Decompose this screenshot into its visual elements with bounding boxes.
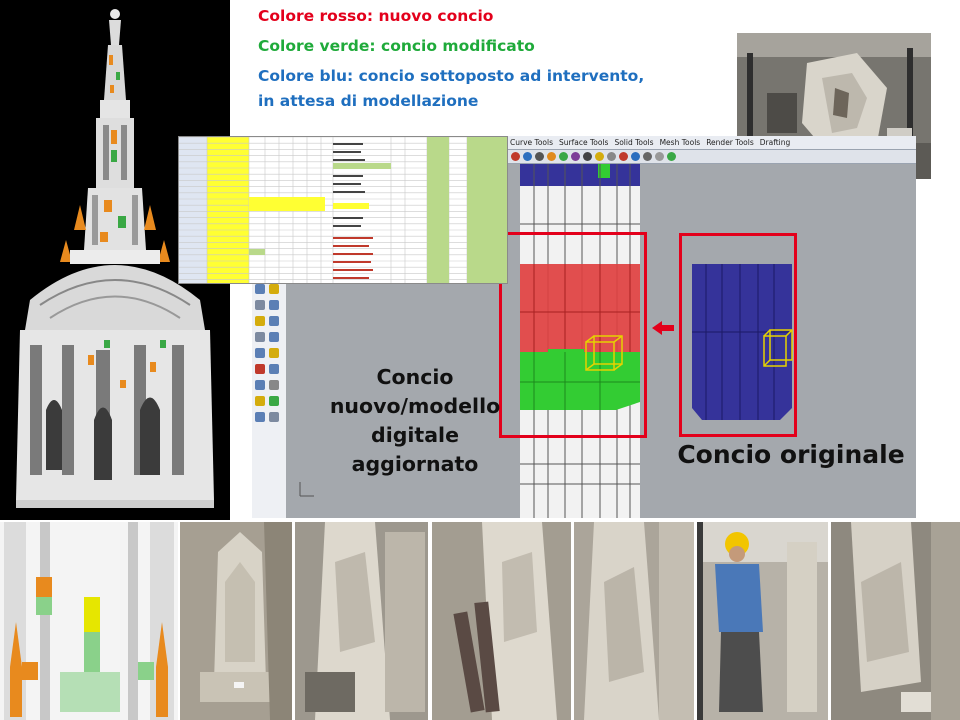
mirror-icon[interactable] xyxy=(269,300,279,310)
grid-tool-icon[interactable] xyxy=(255,380,265,390)
stonework-photo-4 xyxy=(574,522,694,720)
stop-icon[interactable] xyxy=(619,152,628,161)
layer-icon[interactable] xyxy=(269,380,279,390)
cad-tab-bar: Curve Tools Surface Tools Solid Tools Me… xyxy=(507,136,916,150)
spire-pinnacle-photo-1 xyxy=(180,522,292,720)
block-inventory-spreadsheet[interactable] xyxy=(178,136,508,284)
explode-icon[interactable] xyxy=(255,348,265,358)
legend-blue-text-line2: in attesa di modellazione xyxy=(258,92,479,110)
group-icon[interactable] xyxy=(269,348,279,358)
camera-icon[interactable] xyxy=(583,152,592,161)
array-icon[interactable] xyxy=(255,316,265,326)
text-tool-icon[interactable] xyxy=(269,412,279,422)
environment-icon[interactable] xyxy=(559,152,568,161)
join-icon[interactable] xyxy=(269,332,279,342)
tools-icon[interactable] xyxy=(655,152,664,161)
grid-icon[interactable] xyxy=(643,152,652,161)
stonework-photo-3 xyxy=(432,522,571,720)
trim-icon[interactable] xyxy=(269,316,279,326)
new-block-label-line3: digitale xyxy=(371,423,459,447)
rotate-icon[interactable] xyxy=(269,284,279,294)
stonework-photo-5 xyxy=(831,522,960,720)
texture-icon[interactable] xyxy=(571,152,580,161)
material-icon[interactable] xyxy=(547,152,556,161)
tab-render-tools[interactable]: Render Tools xyxy=(706,138,754,147)
stonework-photo-2 xyxy=(295,522,428,720)
original-block-highlight-box xyxy=(679,233,797,437)
new-block-label-line1: Concio xyxy=(376,365,454,389)
render-icon[interactable] xyxy=(511,152,520,161)
new-block-label-line2: nuovo/modello xyxy=(329,394,501,418)
arrow-left-icon xyxy=(652,321,674,335)
new-block-highlight-box xyxy=(499,232,647,438)
dark-sphere-icon[interactable] xyxy=(535,152,544,161)
light-icon[interactable] xyxy=(595,152,604,161)
original-block-label: Concio originale xyxy=(677,440,905,469)
save-icon[interactable] xyxy=(631,152,640,161)
cad-icon-toolbar xyxy=(507,150,916,164)
axis-indicator-icon xyxy=(299,482,314,497)
tab-surface-tools[interactable]: Surface Tools xyxy=(559,138,608,147)
worker-photo xyxy=(697,522,828,720)
tab-drafting[interactable]: Drafting xyxy=(760,138,791,147)
check-icon[interactable] xyxy=(667,152,676,161)
cad-command-sidebar xyxy=(252,284,286,518)
settings-icon[interactable] xyxy=(607,152,616,161)
new-block-label-line4: aggiornato xyxy=(351,452,479,476)
tab-curve-tools[interactable]: Curve Tools xyxy=(510,138,553,147)
fillet-icon[interactable] xyxy=(269,364,279,374)
tab-solid-tools[interactable]: Solid Tools xyxy=(614,138,653,147)
legend-blue-text-line1: Colore blu: concio sottoposto ad interve… xyxy=(258,67,645,85)
dimension-icon[interactable] xyxy=(255,412,265,422)
boolean-icon[interactable] xyxy=(255,364,265,374)
legend-red-text: Colore rosso: nuovo concio xyxy=(258,7,494,25)
sphere-icon[interactable] xyxy=(523,152,532,161)
analyze-icon[interactable] xyxy=(255,396,265,406)
checkmark-icon[interactable] xyxy=(269,396,279,406)
scale-icon[interactable] xyxy=(255,300,265,310)
legend-green-text: Colore verde: concio modificato xyxy=(258,37,535,55)
spire-detail-model-image xyxy=(0,522,178,720)
move-icon[interactable] xyxy=(255,284,265,294)
split-icon[interactable] xyxy=(255,332,265,342)
new-block-label: Concio nuovo/modello digitale aggiornato xyxy=(322,363,508,479)
tab-mesh-tools[interactable]: Mesh Tools xyxy=(660,138,701,147)
